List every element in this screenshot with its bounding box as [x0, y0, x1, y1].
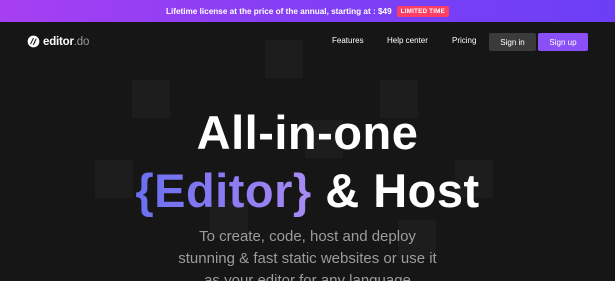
nav-link-help-center[interactable]: Help center	[387, 36, 428, 45]
nav-link-pricing[interactable]: Pricing	[452, 36, 476, 45]
editor-logo-icon	[27, 35, 40, 48]
logo-text: editor.do	[43, 36, 89, 48]
hero-subtitle-line2: stunning & fast static websites or use i…	[178, 250, 437, 267]
hero-subtitle-line1: To create, code, host and deploy	[199, 228, 416, 245]
hero-accent-word: {Editor}	[135, 164, 312, 217]
hero-subtitle-line3: as your editor for any language	[204, 272, 411, 281]
logo-name: editor	[43, 35, 74, 48]
promo-banner[interactable]: Lifetime license at the price of the ann…	[0, 0, 615, 22]
promo-banner-text: Lifetime license at the price of the ann…	[165, 6, 392, 16]
top-navigation: editor.do Features Help center Pricing S…	[0, 22, 615, 62]
sign-up-button[interactable]: Sign up	[538, 33, 588, 51]
hero-title-line2: {Editor} & Host	[0, 166, 615, 216]
nav-link-features[interactable]: Features	[332, 36, 364, 45]
sign-in-button[interactable]: Sign in	[489, 33, 536, 51]
hero-title-rest: & Host	[311, 164, 480, 217]
logo[interactable]: editor.do	[27, 35, 89, 48]
logo-suffix: .do	[73, 35, 90, 48]
limited-time-badge: LIMITED TIME	[396, 5, 450, 17]
hero-title-line1: All-in-one	[196, 106, 419, 159]
